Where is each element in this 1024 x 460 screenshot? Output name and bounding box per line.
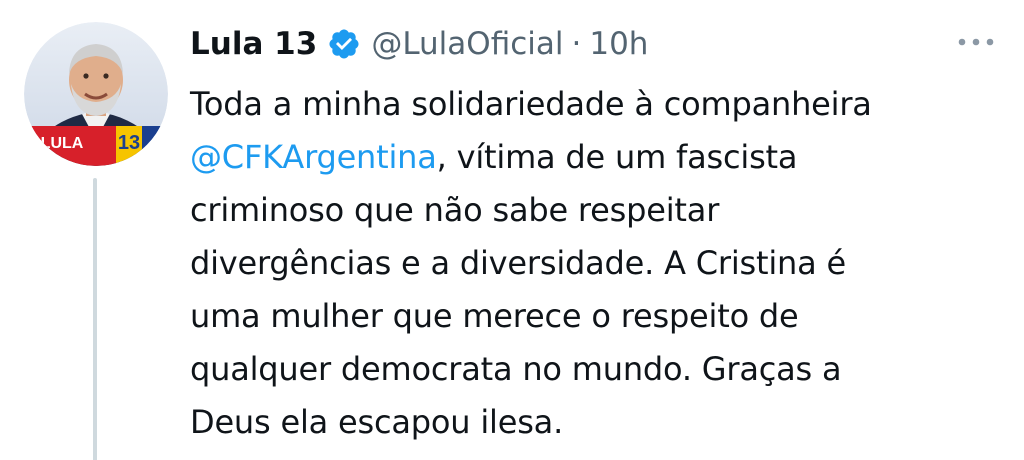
mention-link[interactable]: @CFKArgentina [190, 138, 437, 176]
tweet-card[interactable]: LULA 13 Lula 13 @LulaOficial · 10h Toda … [0, 0, 1024, 460]
tweet-text-segment: criminoso que não sabe respeitar [190, 191, 720, 229]
tweet-text-line: Toda a minha solidariedade à companheira [190, 78, 1002, 131]
tweet-header: Lula 13 @LulaOficial · 10h [190, 22, 648, 66]
tweet-text-line: uma mulher que merece o respeito de [190, 290, 1002, 343]
avatar-image: LULA 13 [24, 22, 168, 166]
tweet-text-segment: qualquer democrata no mundo. Graças a [190, 350, 842, 388]
tweet-timestamp[interactable]: 10h [589, 26, 648, 62]
author-display-name[interactable]: Lula 13 [190, 26, 317, 62]
tweet-text-line: Deus ela escapou ilesa. [190, 396, 1002, 449]
verified-badge-icon [327, 27, 361, 61]
tweet-text-segment: , vítima de um fascista [436, 138, 798, 176]
tweet-text-line: qualquer democrata no mundo. Graças a [190, 343, 1002, 396]
header-separator: · [571, 26, 582, 62]
tweet-text-line: criminoso que não sabe respeitar [190, 184, 1002, 237]
svg-text:LULA: LULA [41, 135, 84, 152]
tweet-text-segment: divergências e a diversidade. A Cristina… [190, 244, 847, 282]
more-options-icon[interactable] [950, 30, 1002, 54]
tweet-text-line: divergências e a diversidade. A Cristina… [190, 237, 1002, 290]
tweet-text: Toda a minha solidariedade à companheira… [190, 78, 1002, 449]
tweet-left-column: LULA 13 [24, 22, 168, 460]
tweet-text-segment: uma mulher que merece o respeito de [190, 297, 799, 335]
tweet-text-line: @CFKArgentina, vítima de um fascista [190, 131, 1002, 184]
avatar[interactable]: LULA 13 [24, 22, 168, 166]
thread-connector-line [93, 178, 97, 460]
tweet-text-segment: Toda a minha solidariedade à companheira [190, 85, 872, 123]
svg-text:13: 13 [118, 132, 140, 154]
tweet-text-segment: Deus ela escapou ilesa. [190, 403, 564, 441]
author-handle[interactable]: @LulaOficial [371, 26, 563, 62]
